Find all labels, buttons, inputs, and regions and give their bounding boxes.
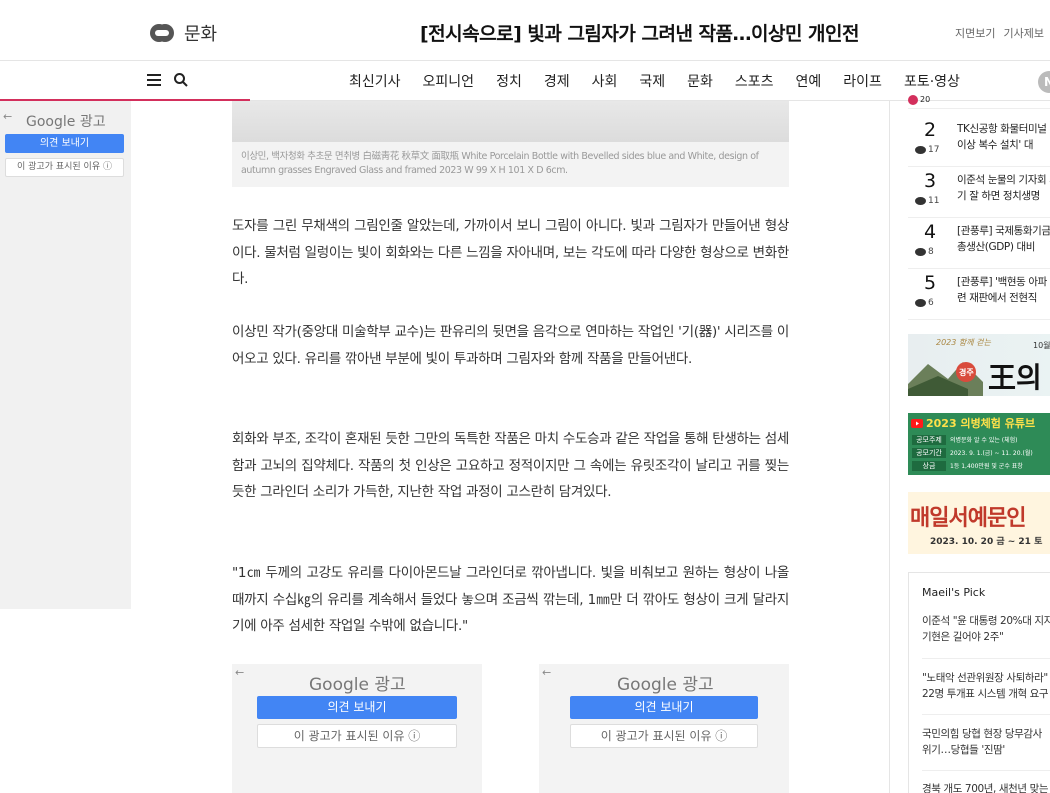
nav-item-photo-video[interactable]: 포토·영상 bbox=[893, 71, 971, 91]
divider bbox=[922, 658, 1050, 659]
bottom-google-ad-1: ← Google 광고 의견 보내기 이 광고가 표시된 이유 ⓘ bbox=[232, 664, 482, 793]
google-ad-label: Google 광고 bbox=[617, 675, 714, 695]
back-arrow-icon[interactable]: ← bbox=[3, 110, 12, 123]
image-caption: 이상민, 백자청화 추초문 면취병 白磁靑花 秋草文 面取甁 White Por… bbox=[232, 142, 789, 187]
youtube-icon bbox=[911, 419, 923, 428]
site-logo[interactable]: 문화 bbox=[148, 20, 217, 46]
comment-icon bbox=[915, 247, 926, 256]
pick-line: 국민의힘 당협 현장 당무감사 bbox=[922, 728, 1042, 740]
nav-item-culture[interactable]: 문화 bbox=[676, 71, 724, 91]
pick-line: 위기…당협들 '진땀' bbox=[922, 744, 1005, 756]
comment-count: 20 bbox=[920, 95, 931, 104]
nav-item-entertainment[interactable]: 연예 bbox=[785, 71, 833, 91]
nav-item-opinion[interactable]: 오피니언 bbox=[412, 71, 486, 91]
comment-count: 11 bbox=[928, 196, 940, 206]
nav-item-sports[interactable]: 스포츠 bbox=[724, 71, 785, 91]
banner-row-label: 상금 bbox=[912, 460, 946, 471]
left-google-ad: ← Google 광고 의견 보내기 이 광고가 표시된 이유 ⓘ bbox=[0, 101, 131, 609]
banner-top-text: 2023 함께 걷는 bbox=[936, 338, 991, 347]
ad-feedback-button[interactable]: 의견 보내기 bbox=[5, 134, 124, 153]
banner-title: 2023 의병체험 유튜브 bbox=[926, 417, 1036, 430]
comment-icon bbox=[915, 145, 926, 154]
nav-item-world[interactable]: 국제 bbox=[628, 71, 676, 91]
gyeongju-walk-banner[interactable]: 2023 함께 걷는 10월 경주 王의 bbox=[908, 334, 1050, 396]
ranking-item[interactable]: 4 8 [관풍루] 국제통화기금 내총생산(GDP) 대비 bbox=[908, 219, 1050, 269]
ranking-item-top[interactable]: 20 bbox=[908, 95, 1050, 109]
google-ad-label: Google 광고 bbox=[26, 114, 106, 130]
ranking-headline: TK신공항 화물터미널 개 이상 복수 설치' 대 bbox=[957, 123, 1050, 151]
rank-number: 3 bbox=[924, 170, 937, 192]
nav-item-economy[interactable]: 경제 bbox=[533, 71, 581, 91]
pick-line: 기현은 길어야 2주" bbox=[922, 631, 1004, 643]
ad-why-button[interactable]: 이 광고가 표시된 이유 ⓘ bbox=[5, 158, 124, 177]
banner-row-label: 공모기간 bbox=[912, 447, 946, 458]
ranking-headline: 이준석 눈물의 기자회 서기 잘 하면 정치생명 bbox=[957, 174, 1050, 202]
banner-city-text: 경주 bbox=[959, 368, 974, 377]
divider bbox=[922, 770, 1050, 771]
pick-line: 이준석 "윤 대통령 20%대 지지 bbox=[922, 615, 1050, 627]
new-badge[interactable]: N bbox=[1038, 71, 1050, 93]
pick-item[interactable]: "노태악 선관위원장 사퇴하라" 22명 투개표 시스템 개혁 요구 bbox=[922, 670, 1050, 702]
pick-line: "노태악 선관위원장 사퇴하라" bbox=[922, 672, 1048, 684]
ranking-headline: [관풍루] 국제통화기금 내총생산(GDP) 대비 bbox=[957, 225, 1050, 253]
article-paragraph: "1㎝ 두께의 고강도 유리를 다이아몬드날 그라인더로 깎아냅니다. 빛을 비… bbox=[232, 565, 789, 634]
page-title: [전시속으로] 빛과 그림자가 그려낸 작품…이상민 개인전 bbox=[420, 23, 860, 45]
search-icon[interactable] bbox=[173, 72, 189, 88]
banner-date: 2023. 10. 20 금 ~ 21 토 bbox=[930, 537, 1043, 547]
pick-item[interactable]: 국민의힘 당협 현장 당무감사 위기…당협들 '진땀' bbox=[922, 726, 1050, 758]
ad-feedback-button[interactable]: 의견 보내기 bbox=[257, 696, 457, 719]
right-sidebar: 20 2 17 TK신공항 화물터미널 개 이상 복수 설치' 대 3 11 이… bbox=[889, 95, 1050, 793]
banner-big-text: 王의 bbox=[988, 361, 1042, 394]
article-image bbox=[232, 101, 789, 142]
banner-row-text: 의병문화 알 수 있는 (체험) bbox=[950, 437, 1018, 444]
rank-number: 4 bbox=[924, 221, 937, 243]
pick-line: 22명 투개표 시스템 개혁 요구 bbox=[922, 688, 1049, 700]
back-arrow-icon[interactable]: ← bbox=[235, 666, 244, 679]
nav-item-latest[interactable]: 최신기사 bbox=[338, 71, 412, 91]
comment-icon bbox=[915, 196, 926, 205]
article-paragraph: 회화와 부조, 조각이 혼재된 듯한 그만의 독특한 작품은 마치 수도승과 같… bbox=[232, 431, 789, 500]
ranking-item[interactable]: 5 6 [관풍루] '백현동 아파 관련 재판에서 전현직 bbox=[908, 270, 1050, 320]
ranking-item[interactable]: 3 11 이준석 눈물의 기자회 서기 잘 하면 정치생명 bbox=[908, 168, 1050, 218]
maeils-pick: Maeil's Pick 이준석 "윤 대통령 20%대 지지기현은 길어야 2… bbox=[908, 572, 1050, 793]
logo-icon bbox=[150, 24, 174, 42]
section-name: 문화 bbox=[184, 24, 218, 45]
print-edition-link[interactable]: 지면보기 bbox=[955, 25, 995, 41]
article-paragraph: 도자를 그린 무채색의 그림인줄 알았는데, 가까이서 보니 그림이 아니다. … bbox=[232, 218, 789, 287]
main-nav: 최신기사 오피니언 정치 경제 사회 국제 문화 스포츠 연예 라이프 포토·영… bbox=[0, 61, 1050, 101]
ranking-headline: [관풍루] '백현동 아파 관련 재판에서 전현직 bbox=[957, 276, 1050, 304]
ranking-item[interactable]: 2 17 TK신공항 화물터미널 개 이상 복수 설치' 대 bbox=[908, 117, 1050, 167]
comment-count: 6 bbox=[928, 298, 934, 308]
nav-item-life[interactable]: 라이프 bbox=[832, 71, 893, 91]
ad-why-button[interactable]: 이 광고가 표시된 이유 ⓘ bbox=[570, 724, 758, 748]
banner-small-text: 10월 bbox=[1033, 341, 1050, 350]
nav-item-society[interactable]: 사회 bbox=[581, 71, 629, 91]
bottom-google-ad-2: ← Google 광고 의견 보내기 이 광고가 표시된 이유 ⓘ bbox=[539, 664, 789, 793]
nav-item-politics[interactable]: 정치 bbox=[485, 71, 533, 91]
comment-icon bbox=[915, 298, 926, 307]
militia-youtube-banner[interactable]: 2023 의병체험 유튜브 공모주제 의병문화 알 수 있는 (체험) 공모기간 2… bbox=[908, 413, 1050, 475]
banner-title: 매일서예문인 bbox=[910, 506, 1026, 531]
news-tip-link[interactable]: 기사제보 bbox=[1004, 25, 1044, 41]
divider bbox=[922, 714, 1050, 715]
menu-icon[interactable] bbox=[147, 74, 161, 86]
ad-feedback-button[interactable]: 의견 보내기 bbox=[570, 696, 758, 719]
pick-item[interactable]: 이준석 "윤 대통령 20%대 지지기현은 길어야 2주" bbox=[922, 613, 1050, 645]
rank-number: 5 bbox=[924, 272, 937, 294]
back-arrow-icon[interactable]: ← bbox=[542, 666, 551, 679]
comment-icon bbox=[908, 95, 918, 105]
ad-why-button[interactable]: 이 광고가 표시된 이유 ⓘ bbox=[257, 724, 457, 748]
pick-title: Maeil's Pick bbox=[922, 586, 986, 599]
rank-number: 2 bbox=[924, 119, 937, 141]
banner-row-label: 공모주제 bbox=[912, 434, 946, 445]
calligraphy-exhibition-banner[interactable]: 매일서예문인 2023. 10. 20 금 ~ 21 토 bbox=[908, 492, 1050, 554]
article-paragraph: 이상민 작가(중앙대 미술학부 교수)는 판유리의 뒷면을 음각으로 연마하는 … bbox=[232, 324, 789, 367]
banner-row-text: 2023. 9. 1.(금) ~ 11. 20.(월) bbox=[950, 450, 1033, 457]
comment-count: 8 bbox=[928, 247, 934, 257]
google-ad-label: Google 광고 bbox=[309, 675, 406, 695]
banner-row-text: 1등 1,400만원 및 군수 표창 bbox=[950, 463, 1023, 470]
comment-count: 17 bbox=[928, 145, 940, 155]
pick-item[interactable]: 경북 개도 700년, 새천년 맞는 bbox=[922, 781, 1050, 793]
pick-line: 경북 개도 700년, 새천년 맞는 bbox=[922, 783, 1049, 793]
